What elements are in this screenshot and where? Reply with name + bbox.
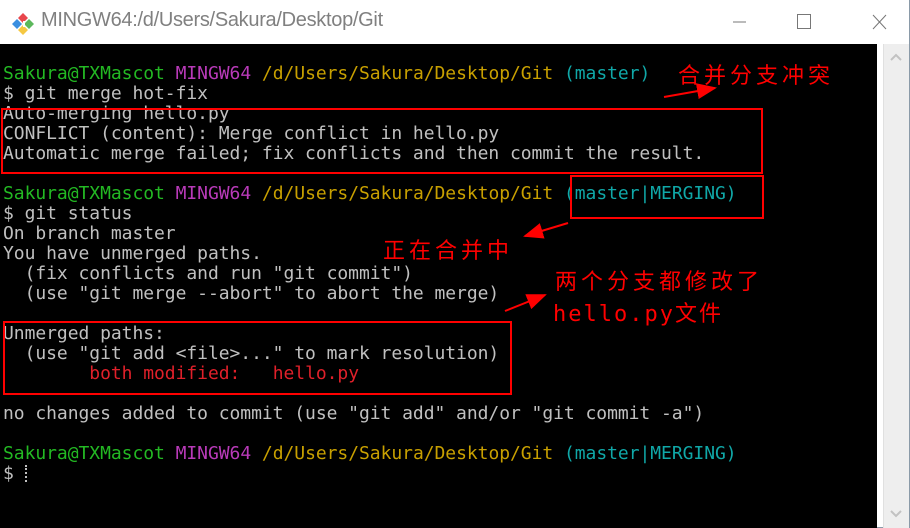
merge-conflict-annotation: 合并分支冲突 <box>678 64 835 89</box>
prompt-host: MINGW64 <box>175 443 252 464</box>
git-bash-window: MINGW64:/d/Users/Sakura/Desktop/Git Saku… <box>0 0 910 528</box>
prompt-line: Sakura@TXMascot MINGW64 /d/Users/Sakura/… <box>3 444 737 464</box>
scroll-up-arrow-icon[interactable] <box>888 50 904 64</box>
close-button[interactable] <box>856 0 902 44</box>
scroll-down-arrow-icon[interactable] <box>888 507 904 521</box>
title-bar[interactable]: MINGW64:/d/Users/Sakura/Desktop/Git <box>0 0 909 44</box>
unmerged-paths-highlight-box <box>3 321 512 395</box>
git-bash-logo-icon <box>12 13 34 35</box>
output-line: On branch master <box>3 223 176 244</box>
prompt-user: Sakura@TXMascot <box>3 63 165 84</box>
prompt-branch: (master) <box>563 63 651 84</box>
window-title: MINGW64:/d/Users/Sakura/Desktop/Git <box>41 9 383 31</box>
prompt-branch: (master|MERGING) <box>563 443 737 464</box>
prompt-path: /d/Users/Sakura/Desktop/Git <box>261 63 554 84</box>
both-modified-annotation-line2: hello.py文件 <box>553 302 723 327</box>
prompt-path: /d/Users/Sakura/Desktop/Git <box>261 183 554 204</box>
maximize-button[interactable] <box>780 0 826 44</box>
both-modified-annotation-line1: 两个分支都修改了 <box>555 270 764 295</box>
vertical-scrollbar[interactable] <box>883 44 909 528</box>
minimize-button[interactable] <box>716 0 762 44</box>
output-line: (use "git merge --abort" to abort the me… <box>3 283 500 304</box>
input-line[interactable]: $ <box>3 464 29 484</box>
command-line: $ git merge hot-fix <box>3 83 208 104</box>
minimize-icon <box>733 21 746 23</box>
prompt-line: Sakura@TXMascot MINGW64 /d/Users/Sakura/… <box>3 64 650 84</box>
prompt-user: Sakura@TXMascot <box>3 443 165 464</box>
merging-annotation: 正在合并中 <box>383 239 514 264</box>
output-line: You have unmerged paths. <box>3 243 262 264</box>
close-icon <box>872 14 887 30</box>
maximize-icon <box>797 14 811 29</box>
output-line: no changes added to commit (use "git add… <box>3 403 705 424</box>
text-cursor <box>24 465 29 482</box>
merging-status-highlight-box <box>570 175 764 219</box>
prompt-symbol: $ <box>3 463 25 484</box>
prompt-user: Sakura@TXMascot <box>3 183 165 204</box>
prompt-host: MINGW64 <box>175 63 252 84</box>
command-line: $ git status <box>3 203 133 224</box>
merge-output-highlight-box <box>1 108 763 174</box>
prompt-path: /d/Users/Sakura/Desktop/Git <box>261 443 554 464</box>
prompt-host: MINGW64 <box>175 183 252 204</box>
output-line: (fix conflicts and run "git commit") <box>3 263 413 284</box>
